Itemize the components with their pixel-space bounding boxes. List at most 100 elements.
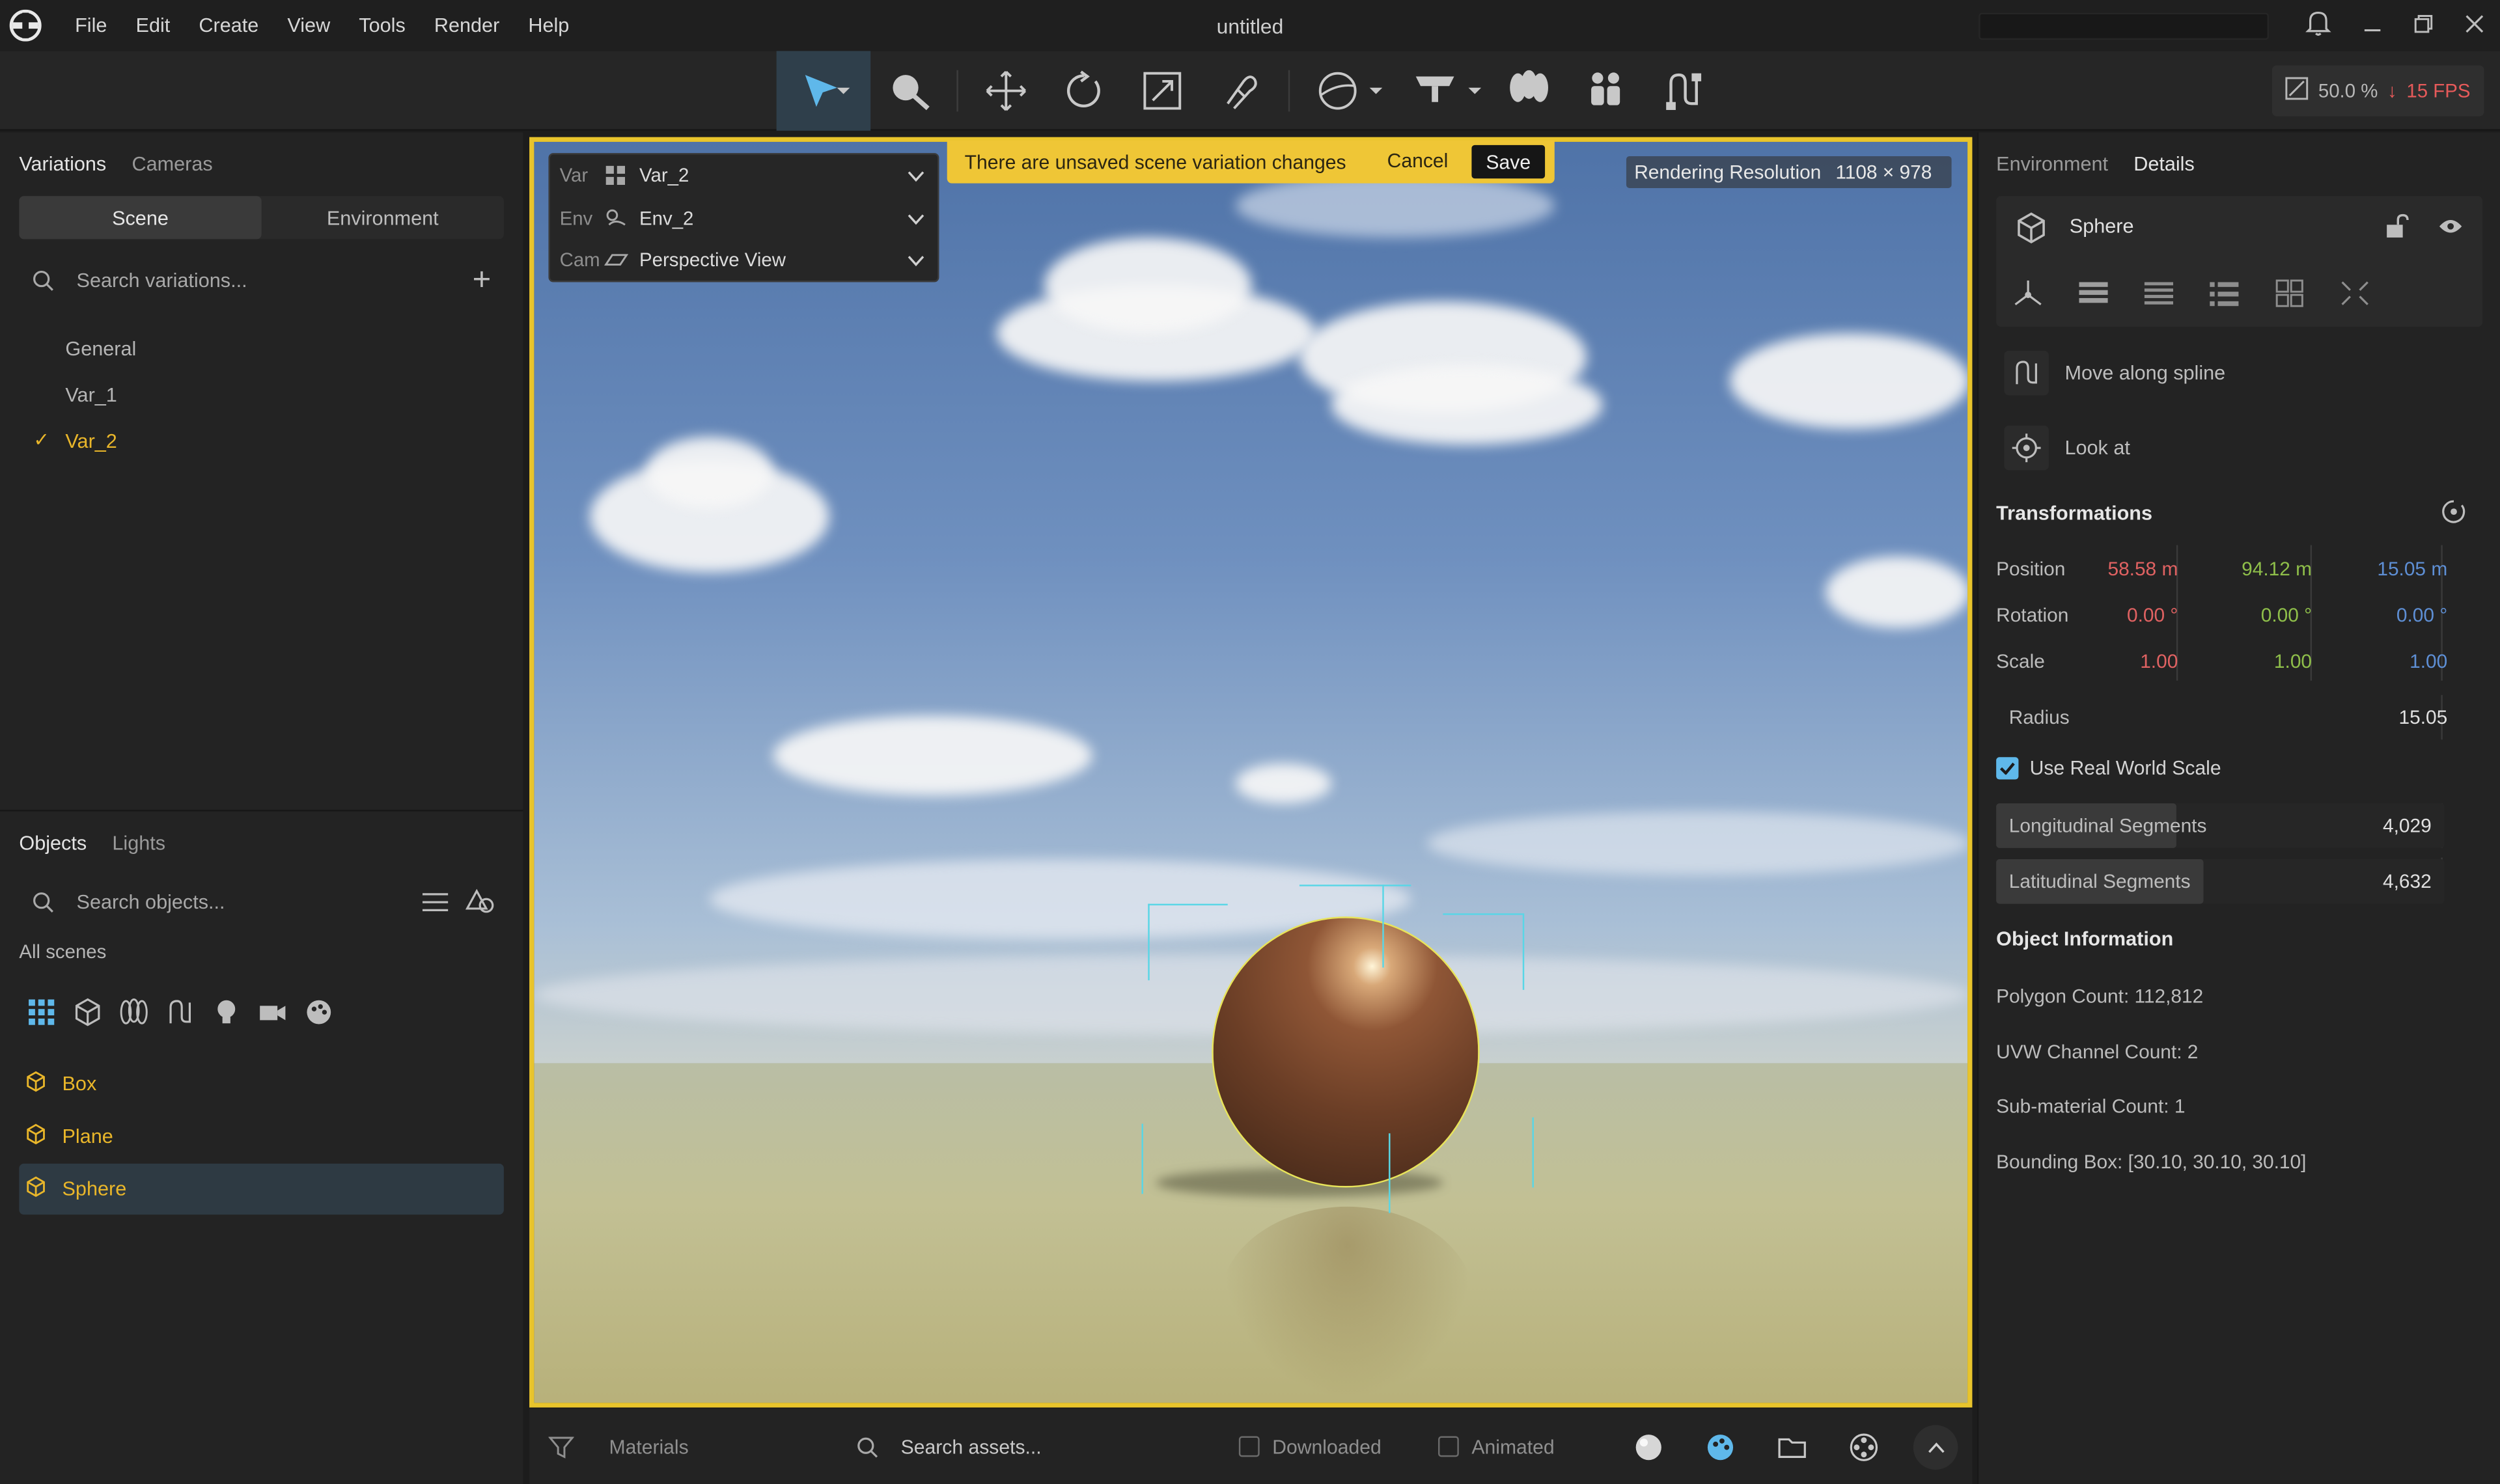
rotation-y-field[interactable]: 0.00 ° [2261,604,2312,626]
scale-y-field[interactable]: 1.00 [2274,650,2312,672]
chevron-up-icon [1913,1424,1958,1469]
right-panel: Environment Details Sphere Move along sp… [1977,132,2500,1484]
downloaded-checkbox[interactable]: Downloaded [1238,1409,1382,1484]
visibility-eye-icon[interactable] [2438,215,2464,244]
filter-list-icon[interactable] [421,890,450,920]
app-logo-icon[interactable] [7,8,45,43]
rotation-x-field[interactable]: 0.00 ° [2127,604,2178,626]
position-x-field[interactable]: 58.58 m [2107,558,2178,580]
minimize-icon[interactable] [2363,13,2382,38]
folder-icon[interactable] [1778,1409,1807,1484]
scale-x-field[interactable]: 1.00 [2140,650,2178,672]
spline-icon[interactable] [164,996,196,1028]
tab-objects[interactable]: Objects [19,832,87,854]
rotate-tool-icon[interactable] [1059,51,1109,130]
move-along-spline-action[interactable]: Move along spline [2004,346,2482,398]
longitudinal-segments-slider[interactable]: Longitudinal Segments 4,029 [1996,803,2445,848]
people-icon[interactable] [1580,51,1631,130]
material-palette-icon[interactable] [1706,1409,1734,1484]
object-item-plane[interactable]: Plane [19,1111,503,1162]
list-detail-icon[interactable] [2143,279,2174,316]
trees-icon[interactable] [1503,51,1554,130]
scale-tool-icon[interactable] [1137,51,1188,130]
menu-tools[interactable]: Tools [344,14,420,36]
material-picker-icon[interactable] [885,51,936,130]
menu-view[interactable]: View [273,14,344,36]
tab-variations[interactable]: Variations [19,153,106,175]
grid-view-icon[interactable] [2273,279,2305,316]
snap-measure-icon[interactable] [1215,51,1266,130]
latitudinal-segments-slider[interactable]: Latitudinal Segments 4,632 [1996,859,2445,904]
object-name[interactable]: Sphere [2070,215,2134,238]
3d-viewport[interactable] [529,137,1973,1408]
menu-file[interactable]: File [61,14,121,36]
materials-filter[interactable]: Materials [548,1409,689,1484]
performance-widget[interactable]: 50.0 % ↓ 15 FPS [2271,65,2484,117]
spline-path-icon[interactable] [1658,51,1709,130]
position-y-field[interactable]: 94.12 m [2242,558,2312,580]
search-variations-input[interactable]: Search variations... [77,269,247,292]
sphere-primitive-icon[interactable] [1311,51,1384,130]
env-dropdown[interactable]: Env Env_2 [550,197,938,240]
cam-dropdown[interactable]: Cam Perspective View [550,240,938,282]
object-item-box[interactable]: Box [19,1058,503,1109]
notification-bell-icon[interactable] [2305,10,2331,42]
restore-icon[interactable] [2414,13,2433,38]
cube-icon[interactable] [72,996,104,1028]
lights-icon[interactable] [1410,51,1483,130]
search-assets-input[interactable]: Search assets... [901,1435,1042,1457]
variation-item-var-2[interactable]: ✓ Var_2 [0,418,523,464]
object-item-sphere[interactable]: Sphere [19,1163,504,1215]
select-tool-icon[interactable] [776,51,871,131]
real-world-scale-checkbox[interactable]: Use Real World Scale [1996,757,2221,780]
menu-render[interactable]: Render [420,14,514,36]
collapse-icon[interactable] [2339,279,2371,316]
latitudinal-segments-value: 4,632 [2383,870,2432,893]
cancel-button[interactable]: Cancel [1387,150,1449,172]
variation-item-var-1[interactable]: Var_1 [0,372,523,418]
save-button[interactable]: Save [1471,144,1546,179]
menu-edit[interactable]: Edit [122,14,185,36]
menu-help[interactable]: Help [514,14,583,36]
var-dropdown[interactable]: Var Var_2 [550,155,938,197]
reset-transform-icon[interactable] [2441,499,2466,530]
move-tool-icon[interactable] [980,51,1031,130]
pivot-axis-icon[interactable] [2012,279,2044,316]
bounding-box-edge [1299,885,1411,886]
scale-z-field[interactable]: 1.00 [2410,650,2447,672]
radius-field[interactable]: 15.05 [2399,706,2448,728]
sphere-object[interactable] [1212,916,1480,1188]
film-reel-icon[interactable] [1850,1409,1878,1484]
expand-panel-button[interactable] [1913,1409,1958,1484]
segment-environment[interactable]: Environment [262,196,504,239]
top-search-input[interactable] [1979,12,2269,40]
trees-icon[interactable] [118,996,150,1028]
unlock-icon[interactable] [2383,213,2409,247]
tab-details[interactable]: Details [2133,153,2195,175]
bulleted-list-icon[interactable] [2208,279,2240,316]
light-bulb-icon[interactable] [210,996,242,1028]
add-variation-icon[interactable]: + [473,265,492,297]
rotation-z-field[interactable]: 0.00 ° [2396,604,2447,626]
variation-search[interactable]: Search variations... + [19,255,503,306]
shapes-icon[interactable] [465,888,494,920]
object-list: Box Plane Sphere [0,1058,523,1215]
list-icon[interactable] [2077,279,2109,316]
menu-create[interactable]: Create [184,14,273,36]
tab-lights[interactable]: Lights [112,832,165,854]
camera-icon[interactable] [257,996,288,1028]
position-z-field[interactable]: 15.05 m [2377,558,2447,580]
tab-cameras[interactable]: Cameras [132,153,212,175]
grid-all-icon[interactable] [25,996,57,1028]
search-objects-input[interactable]: Search objects... [77,891,225,913]
segment-scene[interactable]: Scene [19,196,262,240]
object-search[interactable]: Search objects... [19,877,503,928]
variation-item-general[interactable]: General [0,325,523,372]
look-at-action[interactable]: Look at [2004,421,2482,474]
tab-environment[interactable]: Environment [1996,153,2108,175]
material-palette-icon[interactable] [303,996,335,1028]
asset-search[interactable]: Search assets... [856,1409,1042,1484]
material-sphere-icon[interactable] [1634,1409,1663,1484]
close-icon[interactable] [2465,13,2484,38]
animated-checkbox[interactable]: Animated [1438,1409,1555,1484]
